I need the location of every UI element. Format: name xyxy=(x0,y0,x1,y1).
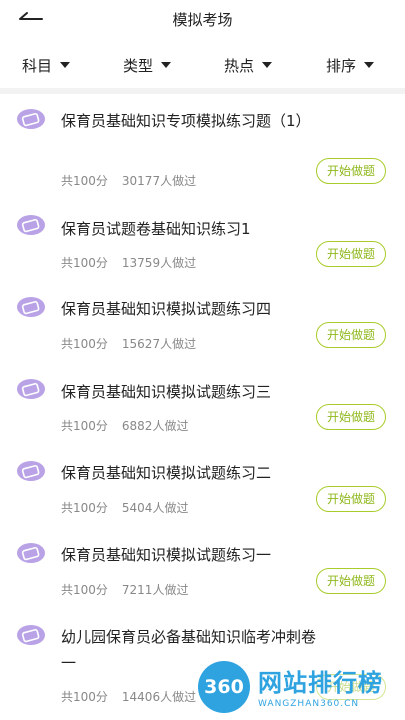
filter-sort[interactable]: 排序 xyxy=(326,55,375,76)
item-score: 共100分 xyxy=(61,337,108,351)
start-exam-button[interactable]: 开始做题 xyxy=(316,241,386,267)
filter-hot-label: 热点 xyxy=(224,57,255,75)
start-exam-button[interactable]: 开始做题 xyxy=(316,486,386,512)
list-item[interactable]: 保育员试题卷基础知识练习1 共100分 13759人做过 开始做题 xyxy=(0,214,405,284)
item-title: 保育员试题卷基础知识练习1 xyxy=(61,220,251,238)
item-title: 保育员基础知识模拟试题练习四 xyxy=(61,300,272,318)
item-count: 5404人做过 xyxy=(121,501,189,515)
watermark: 360 网站排行榜 WANGZHAN360.CN xyxy=(190,655,405,720)
caret-down-icon xyxy=(364,61,375,68)
exam-paper-icon xyxy=(17,109,45,129)
start-exam-button[interactable]: 开始做题 xyxy=(316,404,386,430)
filter-sort-label: 排序 xyxy=(326,57,357,75)
item-count: 7211人做过 xyxy=(121,583,189,597)
watermark-name: 网站排行榜 xyxy=(258,669,383,697)
caret-down-icon xyxy=(262,61,273,68)
item-title: 保育员基础知识模拟试题练习三 xyxy=(61,383,272,401)
item-count: 6882人做过 xyxy=(121,419,189,433)
list-item[interactable]: 保育员基础知识模拟试题练习三 共100分 6882人做过 开始做题 xyxy=(0,378,405,448)
exam-paper-icon xyxy=(17,543,45,563)
list-item[interactable]: 保育员基础知识模拟试题练习一 共100分 7211人做过 开始做题 xyxy=(0,542,405,612)
filter-hot[interactable]: 热点 xyxy=(224,55,273,76)
list-item[interactable]: 保育员基础知识模拟试题练习二 共100分 5404人做过 开始做题 xyxy=(0,460,405,530)
item-meta: 共100分 7211人做过 xyxy=(61,581,188,598)
exam-paper-icon xyxy=(17,215,45,235)
item-score: 共100分 xyxy=(61,583,108,597)
item-count: 30177人做过 xyxy=(121,174,197,188)
list-item[interactable]: 保育员基础知识专项模拟练习题（1） 共100分 30177人做过 开始做题 xyxy=(0,108,405,198)
exam-paper-icon xyxy=(17,379,45,399)
item-score: 共100分 xyxy=(61,256,108,270)
watermark-logo: 360 xyxy=(198,661,250,713)
filter-subject-label: 科目 xyxy=(22,57,53,75)
item-meta: 共100分 15627人做过 xyxy=(61,335,196,352)
caret-down-icon xyxy=(161,61,172,68)
item-score: 共100分 xyxy=(61,501,108,515)
filter-type[interactable]: 类型 xyxy=(123,55,172,76)
item-score: 共100分 xyxy=(61,174,108,188)
watermark-url: WANGZHAN360.CN xyxy=(258,699,360,709)
list-item[interactable]: 保育员基础知识模拟试题练习四 共100分 15627人做过 开始做题 xyxy=(0,296,405,366)
item-count: 15627人做过 xyxy=(121,337,197,351)
item-count: 13759人做过 xyxy=(121,256,197,270)
item-title: 保育员基础知识专项模拟练习题（1） xyxy=(61,112,311,130)
start-exam-button[interactable]: 开始做题 xyxy=(316,568,386,594)
item-count: 14406人做过 xyxy=(121,690,197,704)
filter-bar: 科目 类型 热点 排序 xyxy=(0,44,405,88)
item-title: 保育员基础知识模拟试题练习二 xyxy=(61,464,272,482)
page-title: 模拟考场 xyxy=(172,11,233,29)
header: 模拟考场 xyxy=(0,0,405,38)
item-meta: 共100分 13759人做过 xyxy=(61,254,196,271)
exam-paper-icon xyxy=(17,625,45,645)
caret-down-icon xyxy=(60,61,71,68)
item-meta: 共100分 30177人做过 xyxy=(61,172,196,189)
divider xyxy=(0,88,405,94)
exam-paper-icon xyxy=(17,297,45,317)
item-meta: 共100分 14406人做过 xyxy=(61,688,196,705)
start-exam-button[interactable]: 开始做题 xyxy=(316,322,386,348)
item-score: 共100分 xyxy=(61,419,108,433)
item-title: 保育员基础知识模拟试题练习一 xyxy=(61,546,272,564)
item-score: 共100分 xyxy=(61,690,108,704)
item-meta: 共100分 6882人做过 xyxy=(61,417,188,434)
exam-paper-icon xyxy=(17,461,45,481)
filter-subject[interactable]: 科目 xyxy=(22,55,71,76)
filter-type-label: 类型 xyxy=(123,57,154,75)
item-meta: 共100分 5404人做过 xyxy=(61,499,188,516)
start-exam-button[interactable]: 开始做题 xyxy=(316,158,386,184)
